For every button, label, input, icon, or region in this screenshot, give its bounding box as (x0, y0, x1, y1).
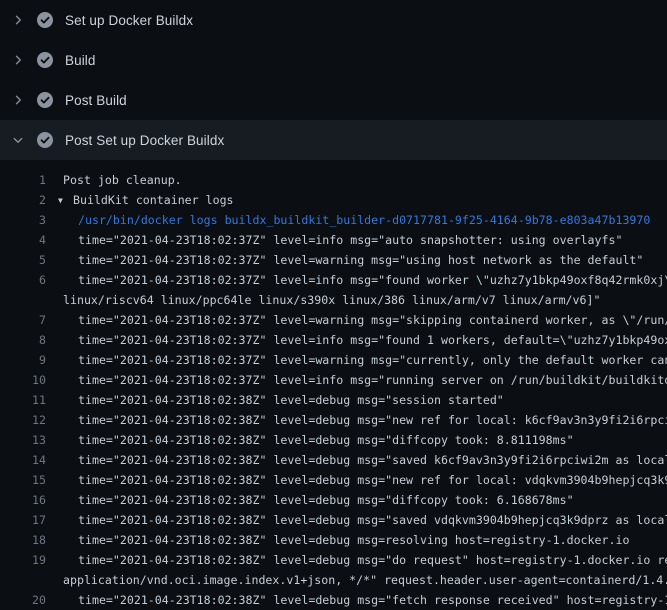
log-line: 4 time="2021-04-23T18:02:37Z" level=info … (0, 230, 667, 250)
log-line-number[interactable]: 11 (0, 390, 46, 410)
log-line-text: time="2021-04-23T18:02:38Z" level=debug … (78, 530, 629, 550)
log-line-text: time="2021-04-23T18:02:37Z" level=warnin… (78, 310, 667, 330)
step-label: Set up Docker Buildx (65, 13, 193, 28)
log-line-number[interactable]: 1 (0, 170, 46, 190)
log-line-text: time="2021-04-23T18:02:37Z" level=warnin… (78, 250, 643, 270)
log-line: 6 time="2021-04-23T18:02:37Z" level=info … (0, 270, 667, 290)
chevron-right-icon[interactable] (12, 54, 24, 66)
log-line-number[interactable]: 16 (0, 490, 46, 510)
log-command-text: /usr/bin/docker logs buildx_buildkit_bui… (78, 210, 650, 230)
log-line-text: time="2021-04-23T18:02:37Z" level=info m… (78, 370, 667, 390)
log-line-text: linux/riscv64 linux/ppc64le linux/s390x … (63, 290, 600, 310)
step-label: Build (65, 53, 96, 68)
check-circle-icon (37, 52, 53, 68)
step-header-post-set-up-docker-buildx[interactable]: Post Set up Docker Buildx (0, 120, 667, 160)
log-line-text: time="2021-04-23T18:02:38Z" level=debug … (78, 550, 667, 570)
log-line: 5 time="2021-04-23T18:02:37Z" level=warni… (0, 250, 667, 270)
log-line: 10 time="2021-04-23T18:02:37Z" level=info… (0, 370, 667, 390)
log-line-number (0, 570, 46, 590)
log-line-number[interactable]: 19 (0, 550, 46, 570)
log-line-number[interactable]: 15 (0, 470, 46, 490)
check-circle-icon (37, 132, 53, 148)
log-line-number[interactable]: 5 (0, 250, 46, 270)
log-line-text: time="2021-04-23T18:02:38Z" level=debug … (78, 390, 504, 410)
log-group-toggle[interactable]: ▼ BuildKit container logs (58, 190, 234, 210)
log-line-number[interactable]: 3 (0, 210, 46, 230)
step-label: Post Set up Docker Buildx (65, 133, 224, 148)
log-line: 7 time="2021-04-23T18:02:37Z" level=warni… (0, 310, 667, 330)
log-line: 19 time="2021-04-23T18:02:38Z" level=debu… (0, 550, 667, 570)
log-line-number[interactable]: 12 (0, 410, 46, 430)
log-line: 14 time="2021-04-23T18:02:38Z" level=debu… (0, 450, 667, 470)
log-line-number[interactable]: 18 (0, 530, 46, 550)
log-line-number[interactable]: 17 (0, 510, 46, 530)
log-line-number[interactable]: 13 (0, 430, 46, 450)
log-line: 3/usr/bin/docker logs buildx_buildkit_bu… (0, 210, 667, 230)
log-line-text: time="2021-04-23T18:02:38Z" level=debug … (78, 430, 574, 450)
log-line: 8 time="2021-04-23T18:02:37Z" level=info … (0, 330, 667, 350)
log-line-number[interactable]: 2 (0, 190, 46, 210)
log-line-number[interactable]: 6 (0, 270, 46, 290)
triangle-down-icon[interactable]: ▼ (58, 191, 67, 210)
chevron-right-icon[interactable] (12, 14, 24, 26)
log-line-number[interactable]: 7 (0, 310, 46, 330)
step-label: Post Build (65, 93, 127, 108)
step-header-post-build[interactable]: Post Build (0, 80, 667, 120)
log-line-text: time="2021-04-23T18:02:38Z" level=debug … (78, 510, 667, 530)
step-header-build[interactable]: Build (0, 40, 667, 80)
log-line: 12 time="2021-04-23T18:02:38Z" level=debu… (0, 410, 667, 430)
log-line: 9 time="2021-04-23T18:02:37Z" level=warni… (0, 350, 667, 370)
log-line-text: time="2021-04-23T18:02:38Z" level=debug … (78, 410, 667, 430)
log-line: 18 time="2021-04-23T18:02:38Z" level=debu… (0, 530, 667, 550)
log-line-number[interactable]: 4 (0, 230, 46, 250)
log-line-text: time="2021-04-23T18:02:38Z" level=debug … (78, 590, 667, 610)
chevron-down-icon[interactable] (12, 134, 24, 146)
log-line-text: time="2021-04-23T18:02:38Z" level=debug … (78, 450, 667, 470)
chevron-right-icon[interactable] (12, 94, 24, 106)
log-viewer: 1 Post job cleanup. 2 ▼ BuildKit container l… (0, 160, 667, 610)
check-circle-icon (37, 92, 53, 108)
log-line-text: time="2021-04-23T18:02:37Z" level=info m… (78, 230, 622, 250)
log-line-number (0, 290, 46, 310)
log-line: 16 time="2021-04-23T18:02:38Z" level=debu… (0, 490, 667, 510)
log-line-text: application/vnd.oci.image.index.v1+json,… (63, 570, 667, 590)
log-line-number[interactable]: 8 (0, 330, 46, 350)
log-line-text: time="2021-04-23T18:02:37Z" level=info m… (78, 270, 667, 290)
log-line: 13 time="2021-04-23T18:02:38Z" level=debu… (0, 430, 667, 450)
log-line: 2 ▼ BuildKit container logs (0, 190, 667, 210)
step-header-set-up-docker-buildx[interactable]: Set up Docker Buildx (0, 0, 667, 40)
log-line-text: time="2021-04-23T18:02:38Z" level=debug … (78, 490, 574, 510)
log-line: 20 time="2021-04-23T18:02:38Z" level=debu… (0, 590, 667, 610)
log-line-number[interactable]: 20 (0, 590, 46, 610)
log-group-label[interactable]: BuildKit container logs (73, 193, 234, 207)
log-line: 15 time="2021-04-23T18:02:38Z" level=debu… (0, 470, 667, 490)
check-circle-icon (37, 12, 53, 28)
log-line-number[interactable]: 10 (0, 370, 46, 390)
steps-list: Set up Docker Buildx Build Post Build Post … (0, 0, 667, 160)
log-line: 1 Post job cleanup. (0, 170, 667, 190)
log-line-number[interactable]: 9 (0, 350, 46, 370)
log-line-text: time="2021-04-23T18:02:37Z" level=info m… (78, 330, 667, 350)
log-line-text: Post job cleanup. (63, 170, 182, 190)
log-line: 11 time="2021-04-23T18:02:38Z" level=debu… (0, 390, 667, 410)
log-line-number[interactable]: 14 (0, 450, 46, 470)
log-line: application/vnd.oci.image.index.v1+json,… (0, 570, 667, 590)
log-line-text: time="2021-04-23T18:02:37Z" level=warnin… (78, 350, 667, 370)
log-line: 17 time="2021-04-23T18:02:38Z" level=debu… (0, 510, 667, 530)
log-line: linux/riscv64 linux/ppc64le linux/s390x … (0, 290, 667, 310)
log-line-text: time="2021-04-23T18:02:38Z" level=debug … (78, 470, 667, 490)
